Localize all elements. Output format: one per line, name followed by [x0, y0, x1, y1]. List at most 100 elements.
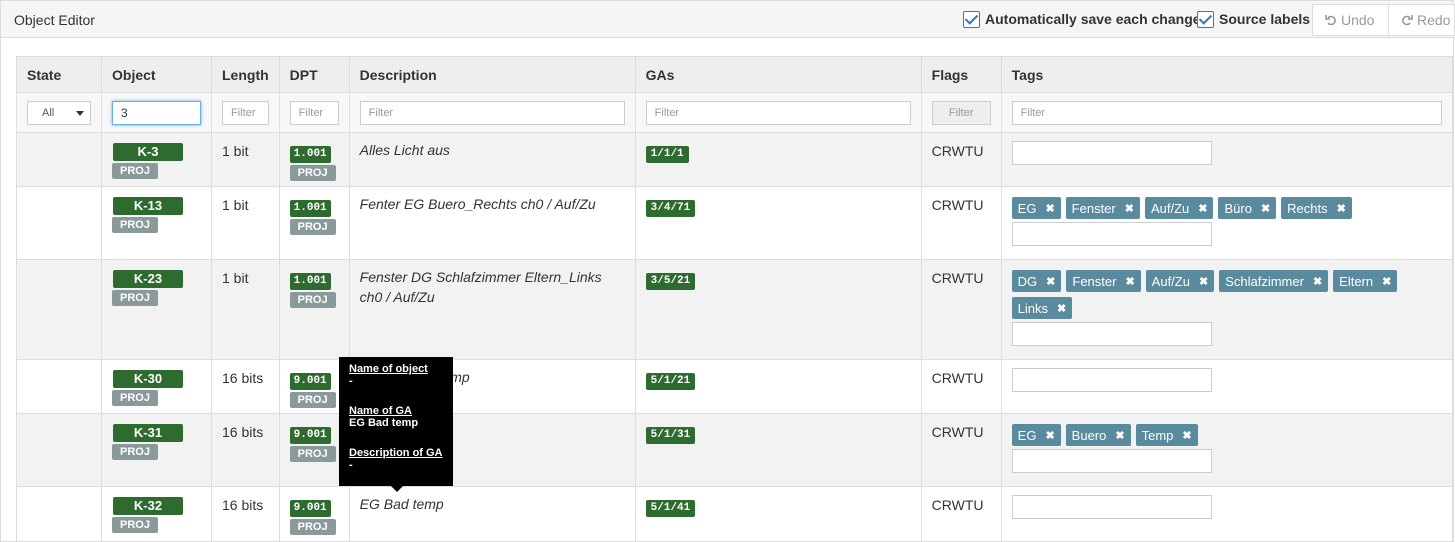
description-cell: Alles Licht aus — [348, 132, 636, 187]
tag-chip: Fenster ✖ — [1065, 197, 1140, 219]
description-text[interactable]: Fenter EG Buero_Rechts ch0 / Auf/Zu — [360, 194, 625, 214]
length-cell: 1 bit — [211, 186, 280, 260]
dpt-badge: 9.001 — [289, 500, 331, 517]
proj-badge: PROJ — [289, 292, 336, 308]
object-badge[interactable]: K-13 — [113, 197, 183, 215]
tag-chip: Temp ✖ — [1135, 424, 1198, 446]
gas-cell: 3/5/21 — [634, 259, 922, 360]
gas-cell: 1/1/1 — [634, 132, 922, 187]
redo-button[interactable]: Redo — [1388, 4, 1455, 36]
column-header-object[interactable]: Object — [101, 56, 212, 93]
dpt-filter-input[interactable]: Filter — [289, 100, 339, 125]
flags-cell: CRWTU — [920, 359, 1002, 414]
gas-filter-input[interactable]: Filter — [645, 100, 911, 125]
dpt-badge: 1.001 — [289, 146, 331, 163]
remove-tag-icon[interactable]: ✖ — [1261, 202, 1270, 215]
remove-tag-icon[interactable]: ✖ — [1198, 202, 1207, 215]
remove-tag-icon[interactable]: ✖ — [1115, 429, 1124, 442]
undo-button[interactable]: Undo — [1312, 4, 1389, 36]
source-labels-label: Source labels — [1219, 11, 1311, 27]
column-header-length[interactable]: Length — [211, 56, 280, 93]
column-header-state[interactable]: State — [16, 56, 102, 93]
proj-badge: PROJ — [112, 217, 158, 233]
panel-heading: Object Editor Automatically save each ch… — [1, 1, 1455, 38]
dpt-badge: 1.001 — [289, 200, 331, 217]
ga-badge[interactable]: 5/1/31 — [645, 427, 696, 444]
undo-icon — [1325, 15, 1336, 26]
remove-tag-icon[interactable]: ✖ — [1045, 202, 1054, 215]
remove-tag-icon[interactable]: ✖ — [1199, 275, 1208, 288]
tag-chip: Schlafzimmer ✖ — [1219, 270, 1329, 292]
ga-badge[interactable]: 5/1/21 — [645, 373, 696, 390]
tag-chip: Eltern ✖ — [1333, 270, 1398, 292]
tags-filter-input[interactable]: Filter — [1011, 100, 1442, 125]
description-cell: Fenster DG Schlafzimmer Eltern_Links ch0… — [348, 259, 636, 360]
table-row: K-32 PROJ 16 bits 9.001 PROJ EG Bad temp 5/1/4… — [16, 486, 1453, 542]
source-labels-checkbox[interactable]: Source labels — [1197, 9, 1310, 29]
proj-badge: PROJ — [112, 444, 158, 460]
remove-tag-icon[interactable]: ✖ — [1337, 202, 1346, 215]
column-header-gas[interactable]: GAs — [634, 56, 922, 93]
ga-badge[interactable]: 1/1/1 — [645, 146, 689, 163]
remove-tag-icon[interactable]: ✖ — [1045, 429, 1054, 442]
column-header-description[interactable]: Description — [348, 56, 636, 93]
remove-tag-icon[interactable]: ✖ — [1182, 429, 1191, 442]
remove-tag-icon[interactable]: ✖ — [1057, 302, 1066, 315]
tag-label: Schlafzimmer — [1225, 273, 1304, 289]
description-text[interactable]: EG Bad temp — [360, 494, 625, 514]
object-badge[interactable]: K-31 — [113, 424, 183, 442]
table-row: K-31PROJ16 bits9.001PROJEG Bad Temp5/1/3… — [16, 413, 1453, 487]
tag-input[interactable] — [1011, 495, 1212, 519]
tag-label: Eltern — [1339, 273, 1374, 289]
column-header-dpt[interactable]: DPT — [278, 56, 350, 93]
tag-input[interactable] — [1011, 222, 1212, 246]
object-filter-input[interactable]: 3 — [112, 100, 201, 125]
object-badge[interactable]: K-30 — [113, 370, 183, 388]
ga-badge[interactable]: 3/5/21 — [645, 273, 696, 290]
description-text[interactable]: Fenster DG Schlafzimmer Eltern_Links ch0… — [360, 267, 625, 307]
length-filter-input[interactable]: Filter — [222, 100, 269, 125]
object-badge[interactable]: K-23 — [113, 270, 183, 288]
column-header-flags[interactable]: Flags — [920, 56, 1002, 93]
tags-cell — [1000, 132, 1453, 187]
tag-input[interactable] — [1011, 449, 1212, 473]
column-header-tags[interactable]: Tags — [1000, 56, 1453, 93]
ga-badge[interactable]: 3/4/71 — [645, 200, 696, 217]
object-badge[interactable]: K-32 — [113, 497, 183, 515]
tag-chip: DG ✖ — [1011, 270, 1062, 292]
tag-label: Büro — [1224, 200, 1252, 216]
flags-cell: CRWTU — [920, 259, 1002, 360]
tag-input[interactable] — [1011, 368, 1212, 392]
length-cell: 16 bits — [211, 486, 280, 542]
tag-chip: Rechts ✖ — [1281, 197, 1352, 219]
flags-cell: CRWTU — [920, 186, 1002, 260]
tag-input[interactable] — [1011, 141, 1212, 165]
description-text[interactable]: Alles Licht aus — [360, 140, 625, 160]
proj-badge: PROJ — [289, 219, 336, 235]
remove-tag-icon[interactable]: ✖ — [1125, 275, 1134, 288]
tag-input[interactable] — [1011, 322, 1212, 346]
remove-tag-icon[interactable]: ✖ — [1313, 275, 1322, 288]
checkbox-checked-icon — [1197, 10, 1214, 28]
autosave-label: Automatically save each change — [985, 11, 1201, 27]
state-cell — [16, 359, 102, 414]
dpt-cell: 1.001 PROJ — [278, 132, 350, 187]
state-filter-select[interactable]: All — [27, 100, 91, 125]
object-badge[interactable]: K-3 — [113, 143, 183, 161]
remove-tag-icon[interactable]: ✖ — [1125, 202, 1134, 215]
proj-badge: PROJ — [289, 165, 336, 181]
autosave-checkbox[interactable]: Automatically save each change — [963, 9, 1201, 29]
remove-tag-icon[interactable]: ✖ — [1382, 275, 1391, 288]
tooltip-name-of-ga-label: Name of GA — [349, 405, 412, 417]
tag-label: DG — [1017, 273, 1038, 289]
proj-badge: PROJ — [289, 519, 336, 535]
gas-cell: 5/1/21 — [634, 359, 922, 414]
state-cell — [16, 132, 102, 187]
object-cell: K-32 PROJ — [101, 486, 212, 542]
ga-badge[interactable]: 5/1/41 — [645, 500, 696, 517]
table-row: K-3 PROJ 1 bit 1.001 PROJ Alles Licht aus 1/1/… — [16, 132, 1453, 187]
remove-tag-icon[interactable]: ✖ — [1046, 275, 1055, 288]
description-filter-input[interactable]: Filter — [359, 100, 625, 125]
object-cell: K-30 PROJ — [101, 359, 212, 414]
tooltip-name-of-ga-value: EG Bad temp — [349, 417, 419, 429]
